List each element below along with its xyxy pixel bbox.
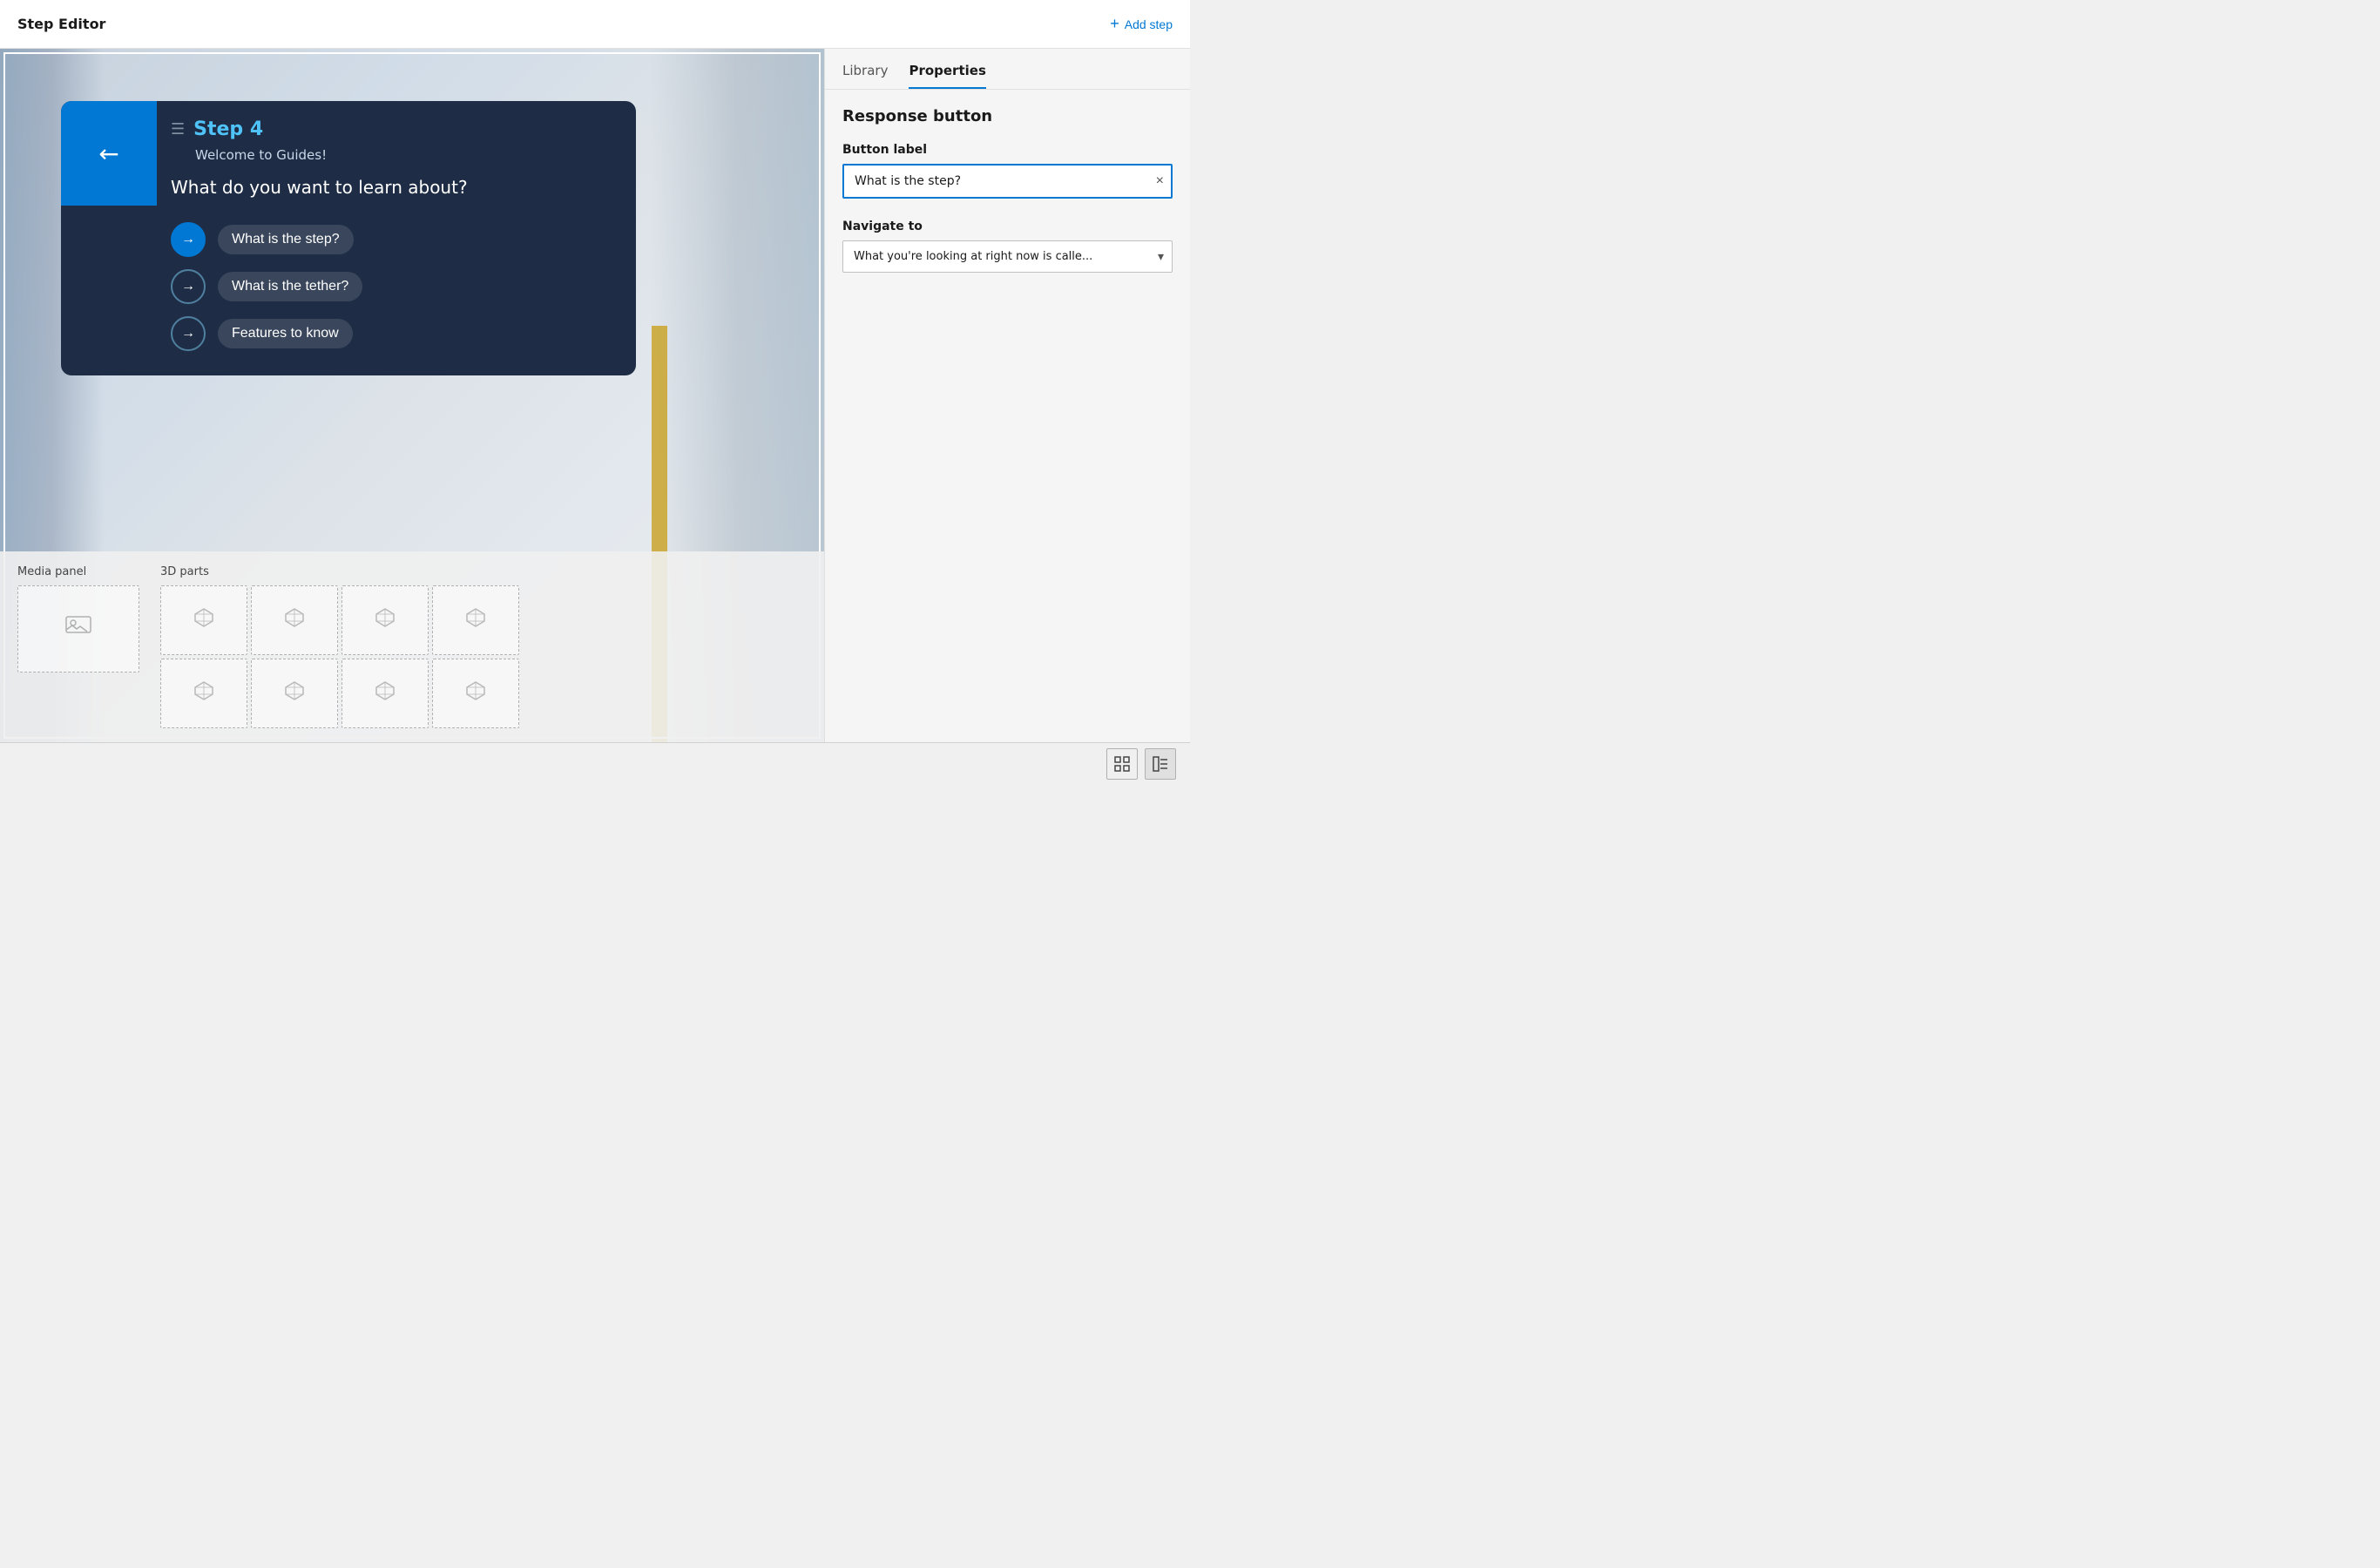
part-cell-2[interactable] <box>341 585 429 655</box>
part-cell-7[interactable] <box>432 659 519 728</box>
list-view-button[interactable] <box>1145 748 1176 780</box>
bottom-toolbar <box>0 742 1190 784</box>
response-circle-0: → <box>171 222 206 257</box>
right-panel: Library Properties Response button Butto… <box>824 49 1190 742</box>
step-content: ☰ Step 4 Welcome to Guides! What do you … <box>157 101 636 375</box>
response-button-1[interactable]: → What is the tether? <box>171 269 615 304</box>
bottom-section: Media panel <box>0 551 824 742</box>
bottom-panels: Media panel <box>17 565 807 728</box>
part-cell-3[interactable] <box>432 585 519 655</box>
step-card: ← ☰ Step 4 Welcome to Guides! What do yo… <box>61 101 636 375</box>
step-label: Step 4 <box>193 118 263 140</box>
tab-properties[interactable]: Properties <box>909 63 985 89</box>
part-icon-6 <box>373 679 397 708</box>
response-circle-1: → <box>171 269 206 304</box>
step-list-icon: ☰ <box>171 120 185 139</box>
media-cell-0[interactable] <box>17 585 139 672</box>
page-title: Step Editor <box>17 16 105 32</box>
canvas-area: ← ☰ Step 4 Welcome to Guides! What do yo… <box>0 49 824 742</box>
parts-grid <box>160 585 519 728</box>
back-arrow-icon: ← <box>98 139 118 168</box>
parts-panel-label: 3D parts <box>160 565 519 578</box>
grid-icon <box>1114 756 1130 772</box>
part-icon-2 <box>373 605 397 635</box>
step-header: ☰ Step 4 <box>171 118 615 140</box>
part-cell-1[interactable] <box>251 585 338 655</box>
response-label-2: Features to know <box>218 319 353 348</box>
part-cell-5[interactable] <box>251 659 338 728</box>
part-cell-0[interactable] <box>160 585 247 655</box>
part-icon-1 <box>282 605 307 635</box>
back-button[interactable]: ← <box>61 101 157 206</box>
button-label-field-label: Button label <box>842 143 1173 157</box>
grid-view-button[interactable] <box>1106 748 1138 780</box>
part-icon-3 <box>463 605 488 635</box>
response-label-1: What is the tether? <box>218 272 362 301</box>
main-layout: ← ☰ Step 4 Welcome to Guides! What do yo… <box>0 49 1190 742</box>
part-icon-4 <box>192 679 216 708</box>
part-icon-5 <box>282 679 307 708</box>
response-button-2[interactable]: → Features to know <box>171 316 615 351</box>
part-cell-4[interactable] <box>160 659 247 728</box>
part-cell-6[interactable] <box>341 659 429 728</box>
list-icon <box>1153 756 1168 772</box>
parts-panel-group: 3D parts <box>160 565 519 728</box>
top-bar: Step Editor + Add step <box>0 0 1190 49</box>
response-circle-2: → <box>171 316 206 351</box>
navigate-to-wrapper: What you're looking at right now is call… <box>842 240 1173 273</box>
media-grid <box>17 585 139 672</box>
response-label-0: What is the step? <box>218 225 354 254</box>
part-icon-7 <box>463 679 488 708</box>
clear-button[interactable]: × <box>1149 166 1171 196</box>
panel-section-title: Response button <box>842 107 1173 125</box>
response-button-0[interactable]: → What is the step? <box>171 222 615 257</box>
plus-icon: + <box>1110 15 1119 33</box>
response-arrow-icon-0: → <box>181 232 195 247</box>
add-step-label: Add step <box>1125 17 1173 31</box>
button-label-input-wrapper: × <box>842 164 1173 199</box>
step-question: What do you want to learn about? <box>171 177 615 198</box>
button-label-input[interactable] <box>844 166 1149 197</box>
panel-tabs: Library Properties <box>825 49 1190 90</box>
add-step-button[interactable]: + Add step <box>1110 15 1173 33</box>
step-subtitle: Welcome to Guides! <box>195 147 615 163</box>
part-icon-0 <box>192 605 216 635</box>
response-arrow-icon-2: → <box>181 326 195 341</box>
media-panel-label: Media panel <box>17 565 139 578</box>
media-panel-group: Media panel <box>17 565 139 728</box>
media-icon <box>65 616 91 642</box>
response-arrow-icon-1: → <box>181 279 195 294</box>
panel-body: Response button Button label × Navigate … <box>825 90 1190 311</box>
navigate-to-select[interactable]: What you're looking at right now is call… <box>842 240 1173 273</box>
navigate-to-field-label: Navigate to <box>842 220 1173 233</box>
response-buttons-list: → What is the step? → What is the tether… <box>171 222 615 351</box>
tab-library[interactable]: Library <box>842 63 888 89</box>
